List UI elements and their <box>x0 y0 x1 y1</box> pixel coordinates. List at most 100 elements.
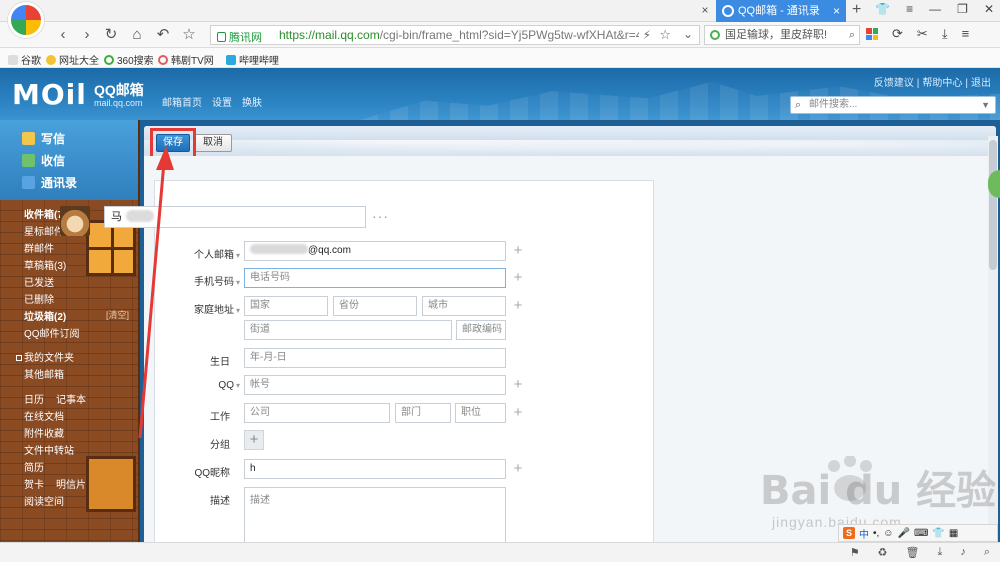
nickname-field[interactable]: h <box>244 459 506 479</box>
phone-field[interactable]: 电话号码 <box>244 268 506 288</box>
cancel-button[interactable]: 取消 <box>194 134 232 152</box>
volume-icon[interactable]: ♪ <box>960 546 966 559</box>
punctuation-icon[interactable]: •, <box>873 528 879 539</box>
chevron-down-icon[interactable]: ▾ <box>236 306 240 315</box>
add-work-icon[interactable]: + <box>512 405 524 420</box>
qq-field[interactable]: 帐号 <box>244 375 506 395</box>
street-field[interactable]: 街道 <box>244 320 452 340</box>
keyboard-icon[interactable]: ⌨ <box>914 528 928 539</box>
calendar-link[interactable]: 日历 <box>24 391 44 406</box>
attachment-favorites-link[interactable]: 附件收藏 <box>24 425 64 440</box>
ime-mode[interactable]: 中 <box>859 526 869 541</box>
maximize-icon[interactable]: ❐ <box>957 2 968 16</box>
emoji-icon[interactable]: ☺ <box>883 528 893 539</box>
reading-space-link[interactable]: 阅读空间 <box>24 493 64 508</box>
toolbox-icon[interactable]: ▦ <box>949 528 958 539</box>
position-field[interactable]: 职位 <box>455 403 506 423</box>
favorite-star-icon[interactable]: ☆ <box>180 26 198 44</box>
speed-mode-icon[interactable]: ⚡ <box>643 28 651 42</box>
download-icon[interactable]: ⤓ <box>937 546 942 559</box>
folder-subscriptions[interactable]: QQ邮件订阅 <box>24 325 80 340</box>
chevron-down-icon[interactable]: ▾ <box>236 381 240 390</box>
zoom-icon[interactable]: ⌕ <box>984 546 990 559</box>
link-feedback[interactable]: 反馈建议 <box>874 78 914 89</box>
bookmark-hanjutv[interactable]: 韩剧TV网 <box>158 52 214 67</box>
chevron-down-icon[interactable]: ▾ <box>236 278 240 287</box>
scissors-icon[interactable]: ✂ <box>917 26 928 42</box>
postcard-link[interactable]: 明信片 <box>56 476 86 491</box>
file-transfer-link[interactable]: 文件中转站 <box>24 442 74 457</box>
nav-settings[interactable]: 设置 <box>212 94 232 109</box>
back-icon[interactable]: ‹ <box>54 26 72 44</box>
tab-qq-mail[interactable]: QQ邮箱 - 通讯录 × <box>716 0 846 22</box>
mail-search-input[interactable]: ⌕ 邮件搜索... ▼ <box>790 96 996 114</box>
province-field[interactable]: 省份 <box>333 296 417 316</box>
sync-icon[interactable]: ⟳ <box>892 26 903 42</box>
add-nickname-icon[interactable]: + <box>512 461 524 476</box>
nav-skin[interactable]: 换肤 <box>242 94 262 109</box>
country-field[interactable]: 国家 <box>244 296 328 316</box>
my-folders-toggle[interactable]: 我的文件夹 <box>16 349 74 364</box>
clear-spam-link[interactable]: [清空] <box>106 308 129 321</box>
skin-icon[interactable]: 👕 <box>875 2 890 16</box>
qq-mail-logo[interactable]: MOil <box>12 78 87 111</box>
more-options-icon[interactable]: ··· <box>372 208 389 224</box>
online-docs-link[interactable]: 在线文档 <box>24 408 64 423</box>
add-email-icon[interactable]: + <box>512 243 524 258</box>
inbox-link[interactable]: 收信 <box>22 152 65 169</box>
contacts-link[interactable]: 通讯录 <box>22 174 77 191</box>
refresh-icon[interactable]: ↻ <box>102 26 120 44</box>
speed-icon[interactable]: ⚑ <box>850 546 860 559</box>
compose-link[interactable]: 写信 <box>22 130 65 147</box>
zip-field[interactable]: 邮政编码 <box>456 320 506 340</box>
ime-toolbar[interactable]: S 中 •, ☺ 🎤 ⌨ 👕 ▦ <box>838 524 998 542</box>
folder-deleted[interactable]: 已删除 <box>24 291 54 306</box>
chevron-down-icon[interactable]: ▾ <box>236 251 240 260</box>
forward-icon[interactable]: › <box>78 26 96 44</box>
folder-sent[interactable]: 已发送 <box>24 274 54 289</box>
address-bar[interactable]: 腾讯网 https://mail.qq.com/cgi-bin/frame_ht… <box>210 25 700 45</box>
chevron-down-icon[interactable]: ▼ <box>981 97 990 113</box>
undo-icon[interactable]: ↶ <box>154 26 172 44</box>
department-field[interactable]: 部门 <box>395 403 451 423</box>
download-icon[interactable]: ⤓ <box>942 26 948 42</box>
bookmark-google[interactable]: 谷歌 <box>8 52 41 67</box>
contact-avatar[interactable] <box>60 206 90 236</box>
trash-icon[interactable]: 🗑 <box>905 546 919 559</box>
sogou-icon[interactable]: S <box>843 527 855 539</box>
bookmark-directory[interactable]: 网址大全 <box>46 52 99 67</box>
birthday-field[interactable]: 年-月-日 <box>244 348 506 368</box>
bookmark-360[interactable]: 360搜索 <box>104 52 154 67</box>
link-help[interactable]: 帮助中心 <box>922 78 962 89</box>
description-field[interactable]: 描述 <box>244 487 506 547</box>
apps-icon[interactable] <box>866 28 878 40</box>
add-group-button[interactable]: + <box>244 430 264 450</box>
add-qq-icon[interactable]: + <box>512 377 524 392</box>
nav-mail-home[interactable]: 邮箱首页 <box>162 94 202 109</box>
other-mailbox-link[interactable]: 其他邮箱 <box>24 366 64 381</box>
greeting-card-link[interactable]: 贺卡 <box>24 476 44 491</box>
cleanup-icon[interactable]: ♻ <box>878 546 888 559</box>
url-dropdown-icon[interactable]: ⌄ <box>683 27 693 41</box>
folder-drafts[interactable]: 草稿箱(3) <box>24 257 66 272</box>
microphone-icon[interactable]: 🎤 <box>898 528 910 539</box>
skin-icon[interactable]: 👕 <box>932 528 944 539</box>
home-icon[interactable]: ⌂ <box>128 26 146 44</box>
link-logout[interactable]: 退出 <box>971 78 991 89</box>
active-tab-close-icon[interactable]: × <box>833 0 840 22</box>
folder-group[interactable]: 群邮件 <box>24 240 54 255</box>
browser-search-box[interactable]: 国足输球，里皮辞职! ⌕ <box>704 25 860 45</box>
new-tab-button[interactable]: + <box>852 1 861 19</box>
browser-logo-icon[interactable] <box>8 2 44 38</box>
add-phone-icon[interactable]: + <box>512 270 524 285</box>
notes-link[interactable]: 记事本 <box>56 391 86 406</box>
minimize-icon[interactable]: — <box>929 2 941 16</box>
folder-spam[interactable]: 垃圾箱(2) <box>24 308 66 323</box>
search-icon[interactable]: ⌕ <box>849 26 855 44</box>
company-field[interactable]: 公司 <box>244 403 390 423</box>
close-window-icon[interactable]: ✕ <box>984 2 994 16</box>
more-menu-icon[interactable]: ≡ <box>962 26 970 42</box>
email-field[interactable]: @qq.com <box>244 241 506 261</box>
bookmark-bilibili[interactable]: 哔哩哔哩 <box>226 52 279 67</box>
city-field[interactable]: 城市 <box>422 296 506 316</box>
